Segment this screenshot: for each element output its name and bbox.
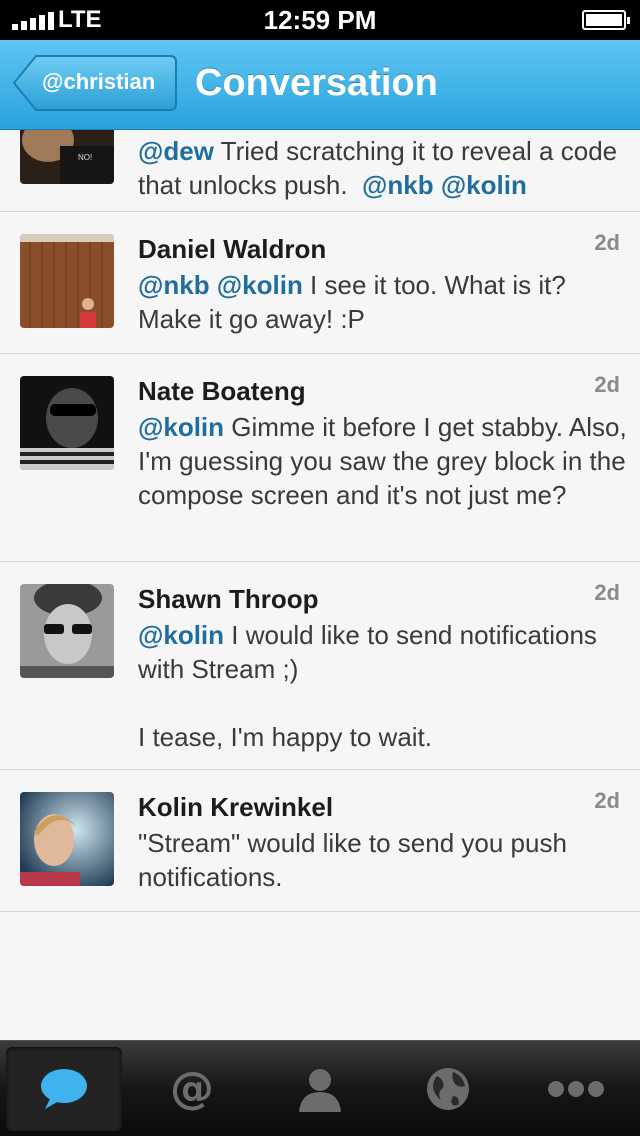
svg-text:NO!: NO! (78, 153, 92, 162)
author-name: Nate Boateng (138, 376, 306, 406)
avatar[interactable] (20, 376, 114, 470)
list-item[interactable]: NO! @dew Tried scratching it to reveal a… (0, 130, 640, 212)
list-item[interactable]: Nate Boateng 2d @kolin Gimme it before I… (0, 354, 640, 562)
tweet-age: 2d (594, 230, 620, 255)
tweet-text: @nkb @kolin I see it too. What is it? Ma… (138, 270, 566, 334)
mention-link[interactable]: @kolin (138, 620, 224, 650)
tweet-age: 2d (594, 580, 620, 605)
list-item[interactable]: Kolin Krewinkel 2d "Stream" would like t… (0, 770, 640, 912)
user-avatar-photo-icon: NO! (20, 130, 114, 184)
author-name: Kolin Krewinkel (138, 792, 334, 822)
tab-global[interactable] (390, 1047, 506, 1131)
page-title: Conversation (195, 62, 438, 104)
conversation-list[interactable]: NO! @dew Tried scratching it to reveal a… (0, 130, 640, 1040)
more-dots-icon (548, 1081, 604, 1097)
person-icon (299, 1069, 341, 1112)
user-avatar-photo-icon (20, 376, 114, 470)
avatar[interactable]: NO! (20, 130, 114, 184)
tweet-age: 2d (594, 788, 620, 813)
back-button-label: @christian (42, 69, 156, 94)
navigation-bar: @christian Conversation (0, 40, 640, 130)
user-avatar-photo-icon (20, 584, 114, 678)
mention-link[interactable]: @nkb @kolin (138, 270, 303, 300)
list-item[interactable]: Daniel Waldron 2d @nkb @kolin I see it t… (0, 212, 640, 354)
globe-icon (427, 1068, 469, 1110)
tweet-text: "Stream" would like to send you push not… (138, 828, 567, 892)
tweet-age: 2d (594, 372, 620, 397)
mention-link[interactable]: @kolin (138, 412, 224, 442)
tab-conversations[interactable] (6, 1047, 122, 1131)
tab-mentions[interactable]: @ (134, 1047, 250, 1131)
svg-text:@: @ (170, 1065, 214, 1113)
tweet-text: @kolin I would like to send notification… (138, 620, 597, 684)
author-name: Daniel Waldron (138, 234, 327, 264)
tweet-text-extra: I tease, I'm happy to wait. (138, 722, 432, 752)
avatar[interactable] (20, 584, 114, 678)
tweet-text: @dew Tried scratching it to reveal a cod… (138, 136, 618, 200)
conversation-bubble-icon (41, 1069, 87, 1109)
at-mention-icon: @ (170, 1065, 214, 1113)
user-avatar-photo-icon (20, 792, 114, 886)
avatar[interactable] (20, 792, 114, 886)
mention-link[interactable]: @nkb @kolin (362, 170, 527, 200)
tweet-text: @kolin Gimme it before I get stabby. Als… (138, 412, 627, 510)
status-bar: LTE 12:59 PM (0, 0, 640, 40)
tab-profile[interactable] (262, 1047, 378, 1131)
author-name: Shawn Throop (138, 584, 319, 614)
list-item[interactable]: Shawn Throop 2d @kolin I would like to s… (0, 562, 640, 770)
mention-link[interactable]: @dew (138, 136, 214, 166)
avatar[interactable] (20, 234, 114, 328)
tab-bar: @ (0, 1040, 640, 1136)
back-button[interactable]: @christian (12, 54, 178, 112)
user-avatar-photo-icon (20, 234, 114, 328)
battery-icon (582, 10, 630, 30)
tab-more[interactable] (518, 1047, 634, 1131)
status-time: 12:59 PM (263, 5, 377, 35)
